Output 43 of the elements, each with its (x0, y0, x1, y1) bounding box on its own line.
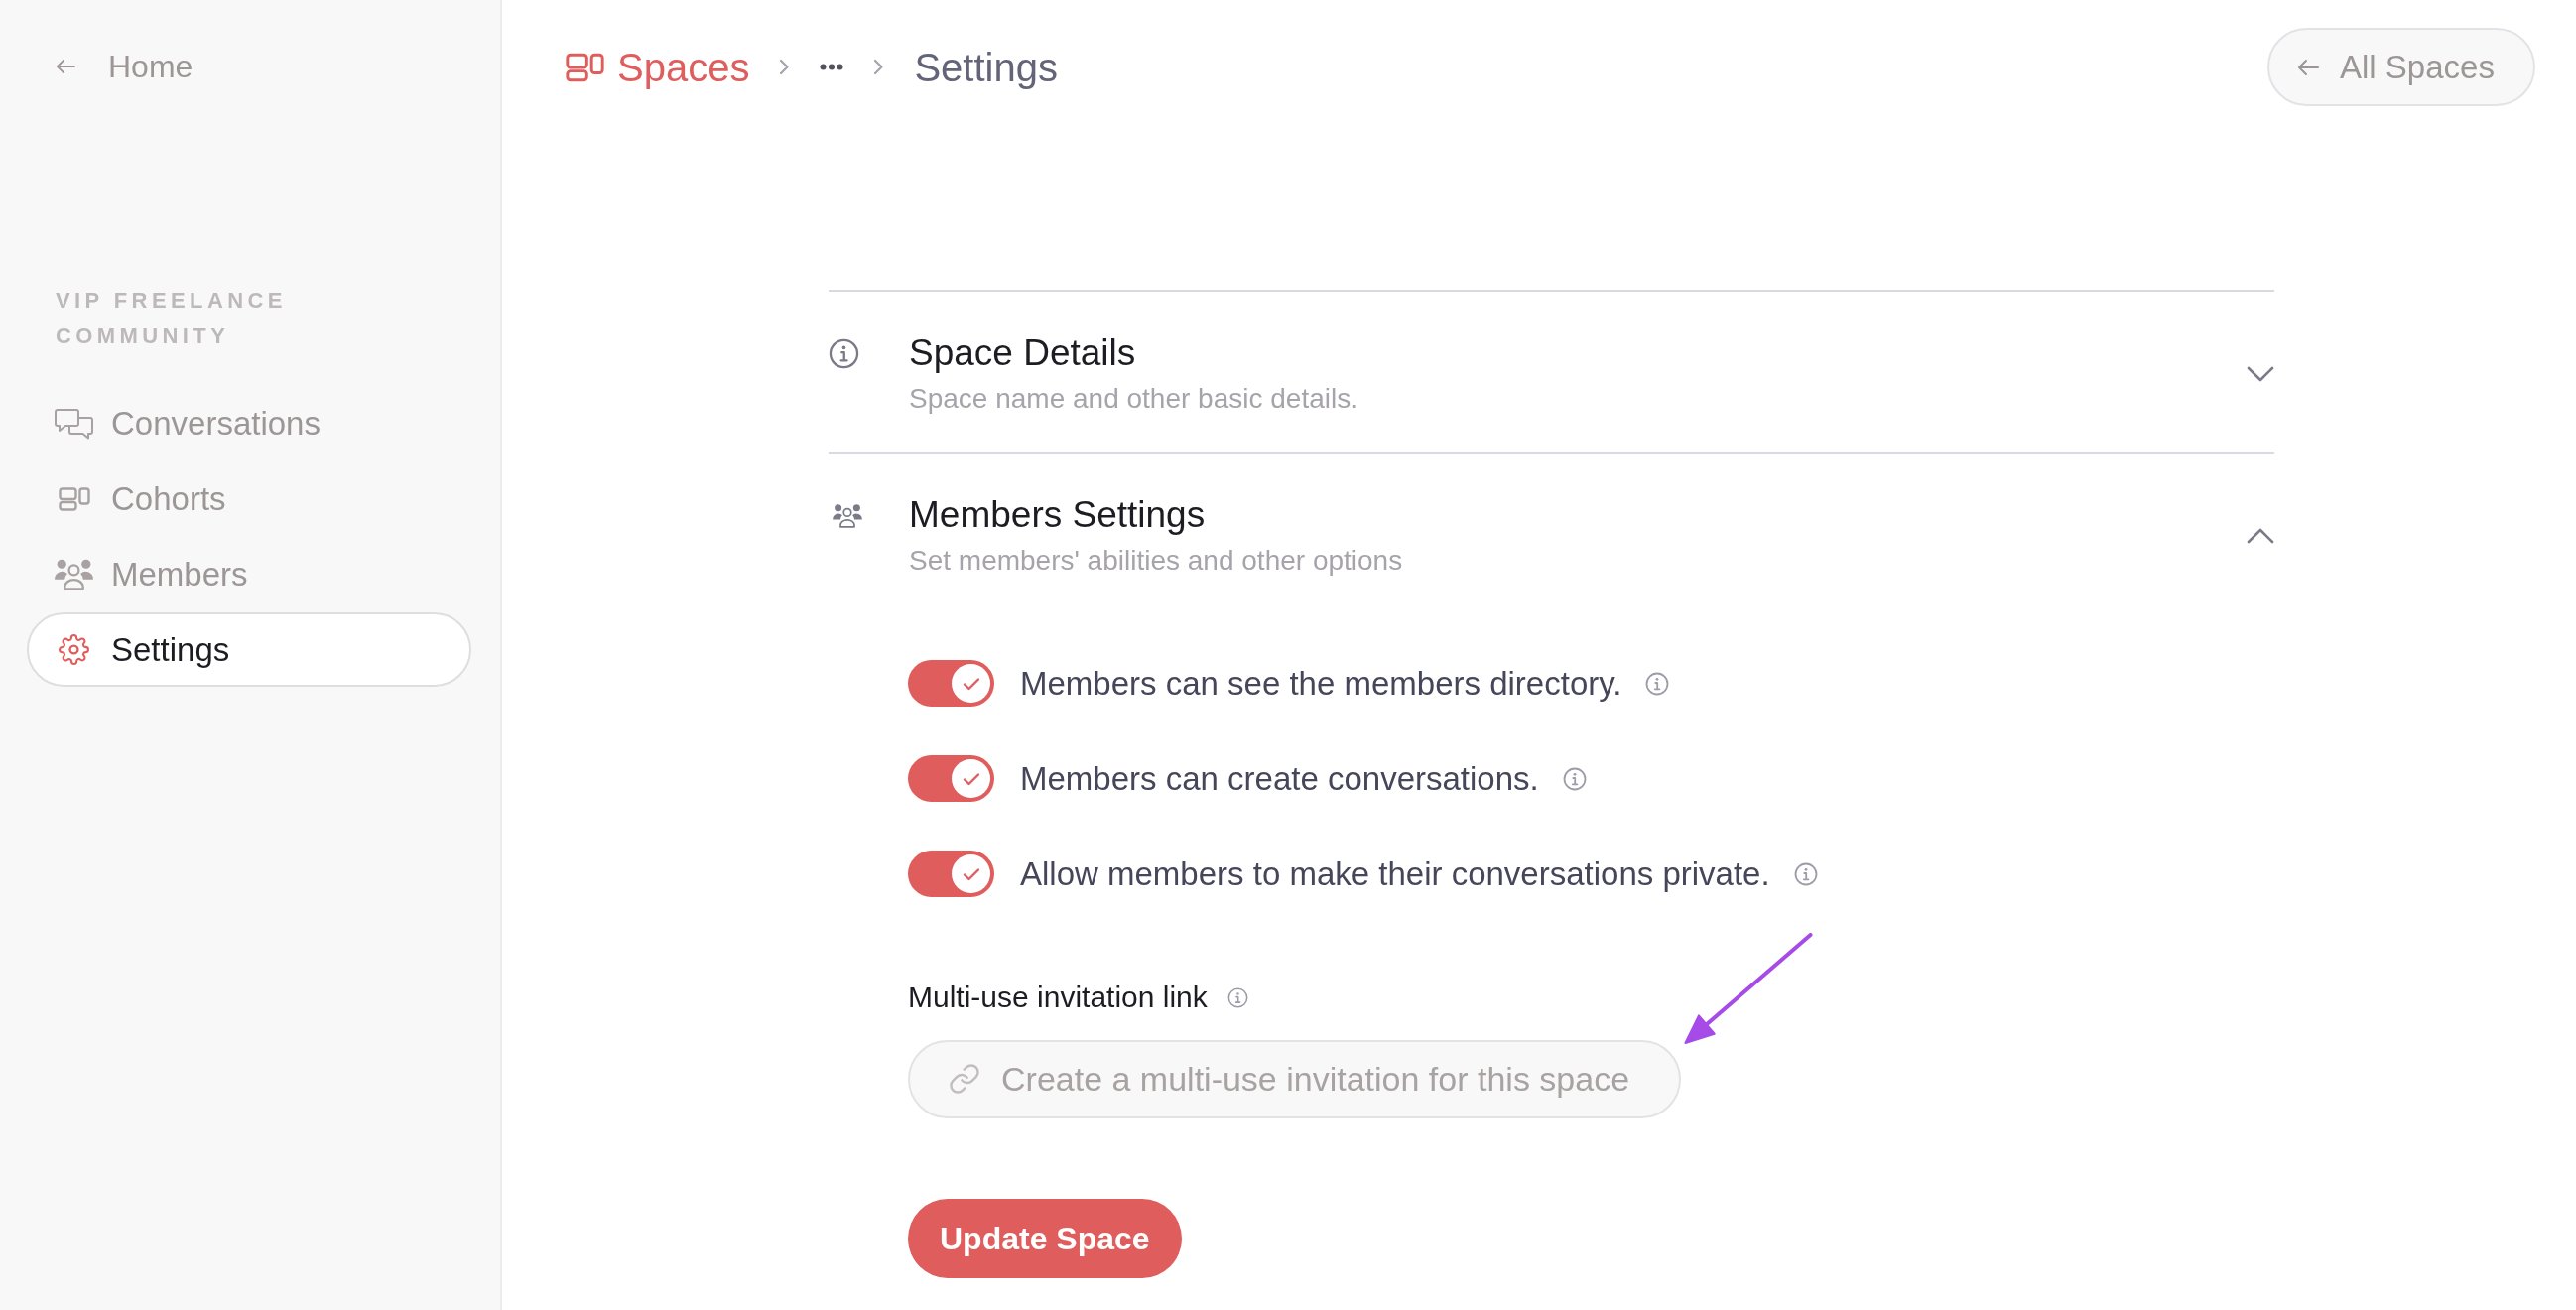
breadcrumb-current: Settings (914, 44, 1058, 91)
field-label: Multi-use invitation link (908, 981, 1208, 1014)
check-icon (961, 770, 981, 787)
section-title: Space Details (909, 331, 1137, 375)
chevron-up-icon[interactable] (2247, 528, 2274, 544)
section-subtitle: Space name and other basic details. (909, 382, 1358, 416)
arrow-left-icon (2295, 57, 2321, 77)
community-title: VIP FREELANCE COMMUNITY (56, 287, 288, 350)
section-title: Members Settings (909, 493, 1207, 537)
link-icon (950, 1064, 979, 1094)
chat-bubbles-icon (54, 407, 94, 440)
toggle-switch[interactable] (908, 851, 994, 897)
info-icon (829, 337, 859, 369)
sidebar-item[interactable]: Members (27, 537, 471, 611)
info-icon[interactable] (1226, 986, 1248, 1008)
gear-icon (59, 634, 89, 665)
chevron-down-icon[interactable] (2247, 366, 2274, 382)
chevron-right-icon (873, 59, 885, 75)
layout-icon (58, 486, 90, 511)
breadcrumb-link[interactable]: Spaces (566, 43, 750, 91)
invitation-link-field[interactable]: Create a multi-use invitation for this space (908, 1040, 1681, 1118)
home-link[interactable]: Home (55, 47, 193, 86)
toggle-switch[interactable] (908, 755, 994, 802)
toggle-label: Allow members to make their conversations private. (1020, 853, 1770, 894)
chevron-right-icon (779, 59, 791, 75)
sidebar-item[interactable]: Cohorts (27, 461, 471, 536)
info-icon[interactable] (1645, 671, 1670, 696)
update-space-button[interactable]: Update Space (908, 1199, 1182, 1278)
arrow-left-icon (55, 58, 76, 75)
check-icon (961, 865, 981, 882)
section-subtitle: Set members' abilities and other options (909, 544, 1403, 578)
sidebar-item[interactable]: Settings (27, 612, 471, 687)
people-icon (54, 558, 94, 590)
sidebar-item[interactable]: Conversations (27, 386, 471, 460)
info-icon[interactable] (1562, 766, 1587, 791)
more-icon[interactable] (820, 64, 844, 70)
toggle-label: Members can see the members directory. (1020, 663, 1622, 704)
info-icon[interactable] (1793, 861, 1818, 886)
check-icon (961, 675, 981, 692)
layout-icon (566, 52, 604, 82)
toggle-label: Members can create conversations. (1020, 758, 1539, 799)
all-spaces-button[interactable]: All Spaces (2267, 28, 2535, 106)
toggle-switch[interactable] (908, 660, 994, 707)
